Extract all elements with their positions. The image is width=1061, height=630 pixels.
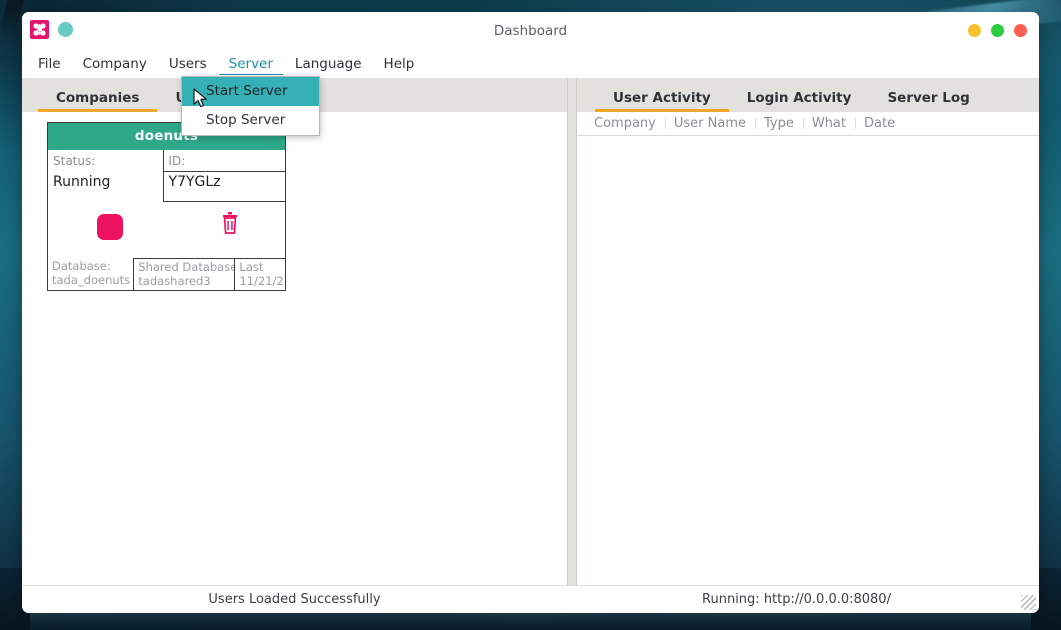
company-card[interactable]: doenuts Status: ID: Running Y7YGLz Datab… (47, 122, 286, 291)
last-field: Last 11/21/2 (234, 258, 285, 290)
tab-server-log[interactable]: Server Log (869, 90, 987, 112)
company-card-label-row: Status: ID: (48, 150, 285, 172)
menu-option-stop-server[interactable]: Stop Server (182, 106, 319, 135)
tab-companies[interactable]: Companies (38, 90, 158, 112)
menu-item-file[interactable]: File (28, 53, 71, 75)
status-value: Running (53, 174, 111, 190)
column-header-user-name[interactable]: User Name (664, 116, 755, 131)
companies-list: doenuts Status: ID: Running Y7YGLz Datab… (22, 112, 567, 585)
desktop-spire (0, 0, 25, 36)
database-field: Database: tada_doenuts (48, 258, 133, 290)
menu-item-users[interactable]: Users (159, 53, 217, 75)
status-label: Status: (53, 154, 96, 168)
database-value: tada_doenuts (52, 273, 131, 287)
tab-user-activity[interactable]: User Activity (595, 90, 729, 112)
minimize-button[interactable] (968, 24, 981, 37)
id-value: Y7YGLz (162, 172, 285, 202)
menu-item-server[interactable]: Server (218, 53, 283, 75)
application-body: Companies Users doenuts Status: ID: Runn… (22, 78, 1039, 585)
shared-database-field: Shared Database: tadashared3 (133, 258, 235, 290)
column-header-date[interactable]: Date (855, 116, 904, 131)
menu-item-company[interactable]: Company (73, 53, 157, 75)
pane-splitter[interactable] (567, 78, 577, 585)
status-bar: Users Loaded Successfully Running: http:… (22, 585, 1039, 613)
status-message-right: Running: http://0.0.0.0:8080/ (702, 592, 891, 607)
database-label: Database: (52, 259, 111, 273)
maximize-button[interactable] (991, 24, 1004, 37)
left-pane: Companies Users doenuts Status: ID: Runn… (22, 78, 567, 585)
menu-item-language[interactable]: Language (285, 53, 372, 75)
activity-table-header: Company User Name Type What Date (577, 112, 1039, 136)
column-header-type[interactable]: Type (754, 116, 803, 131)
title-bar: Dashboard (22, 12, 1039, 50)
application-window: Dashboard File Company Users Server Lang… (22, 12, 1039, 613)
menu-option-start-server[interactable]: Start Server (182, 77, 319, 106)
activity-table-body (577, 136, 1039, 585)
shared-database-label: Shared Database: (138, 260, 235, 274)
menu-item-help[interactable]: Help (374, 53, 425, 75)
right-pane: User Activity Login Activity Server Log … (577, 78, 1039, 585)
tab-login-activity[interactable]: Login Activity (729, 90, 870, 112)
menu-bar: File Company Users Server Language Help (22, 50, 1039, 78)
server-dropdown-menu: Start Server Stop Server (181, 76, 320, 136)
right-tabstrip: User Activity Login Activity Server Log (577, 78, 1039, 112)
company-card-actions (48, 202, 285, 258)
trash-icon[interactable] (220, 211, 240, 235)
stop-company-button[interactable] (97, 214, 123, 240)
status-message-left: Users Loaded Successfully (208, 592, 381, 607)
window-controls (968, 24, 1027, 37)
shared-database-value: tadashared3 (138, 274, 211, 288)
column-header-company[interactable]: Company (585, 116, 665, 131)
desktop-background: Dashboard File Company Users Server Lang… (0, 0, 1061, 630)
company-card-footer: Database: tada_doenuts Shared Database: … (48, 258, 285, 290)
last-label: Last (239, 260, 264, 274)
resize-grip-icon[interactable] (1021, 595, 1036, 610)
id-label: ID: (162, 150, 285, 172)
window-title: Dashboard (493, 23, 568, 39)
close-button[interactable] (1014, 24, 1027, 37)
company-card-value-row: Running Y7YGLz (48, 172, 285, 202)
column-header-what[interactable]: What (802, 116, 855, 131)
last-value: 11/21/2 (239, 274, 284, 288)
